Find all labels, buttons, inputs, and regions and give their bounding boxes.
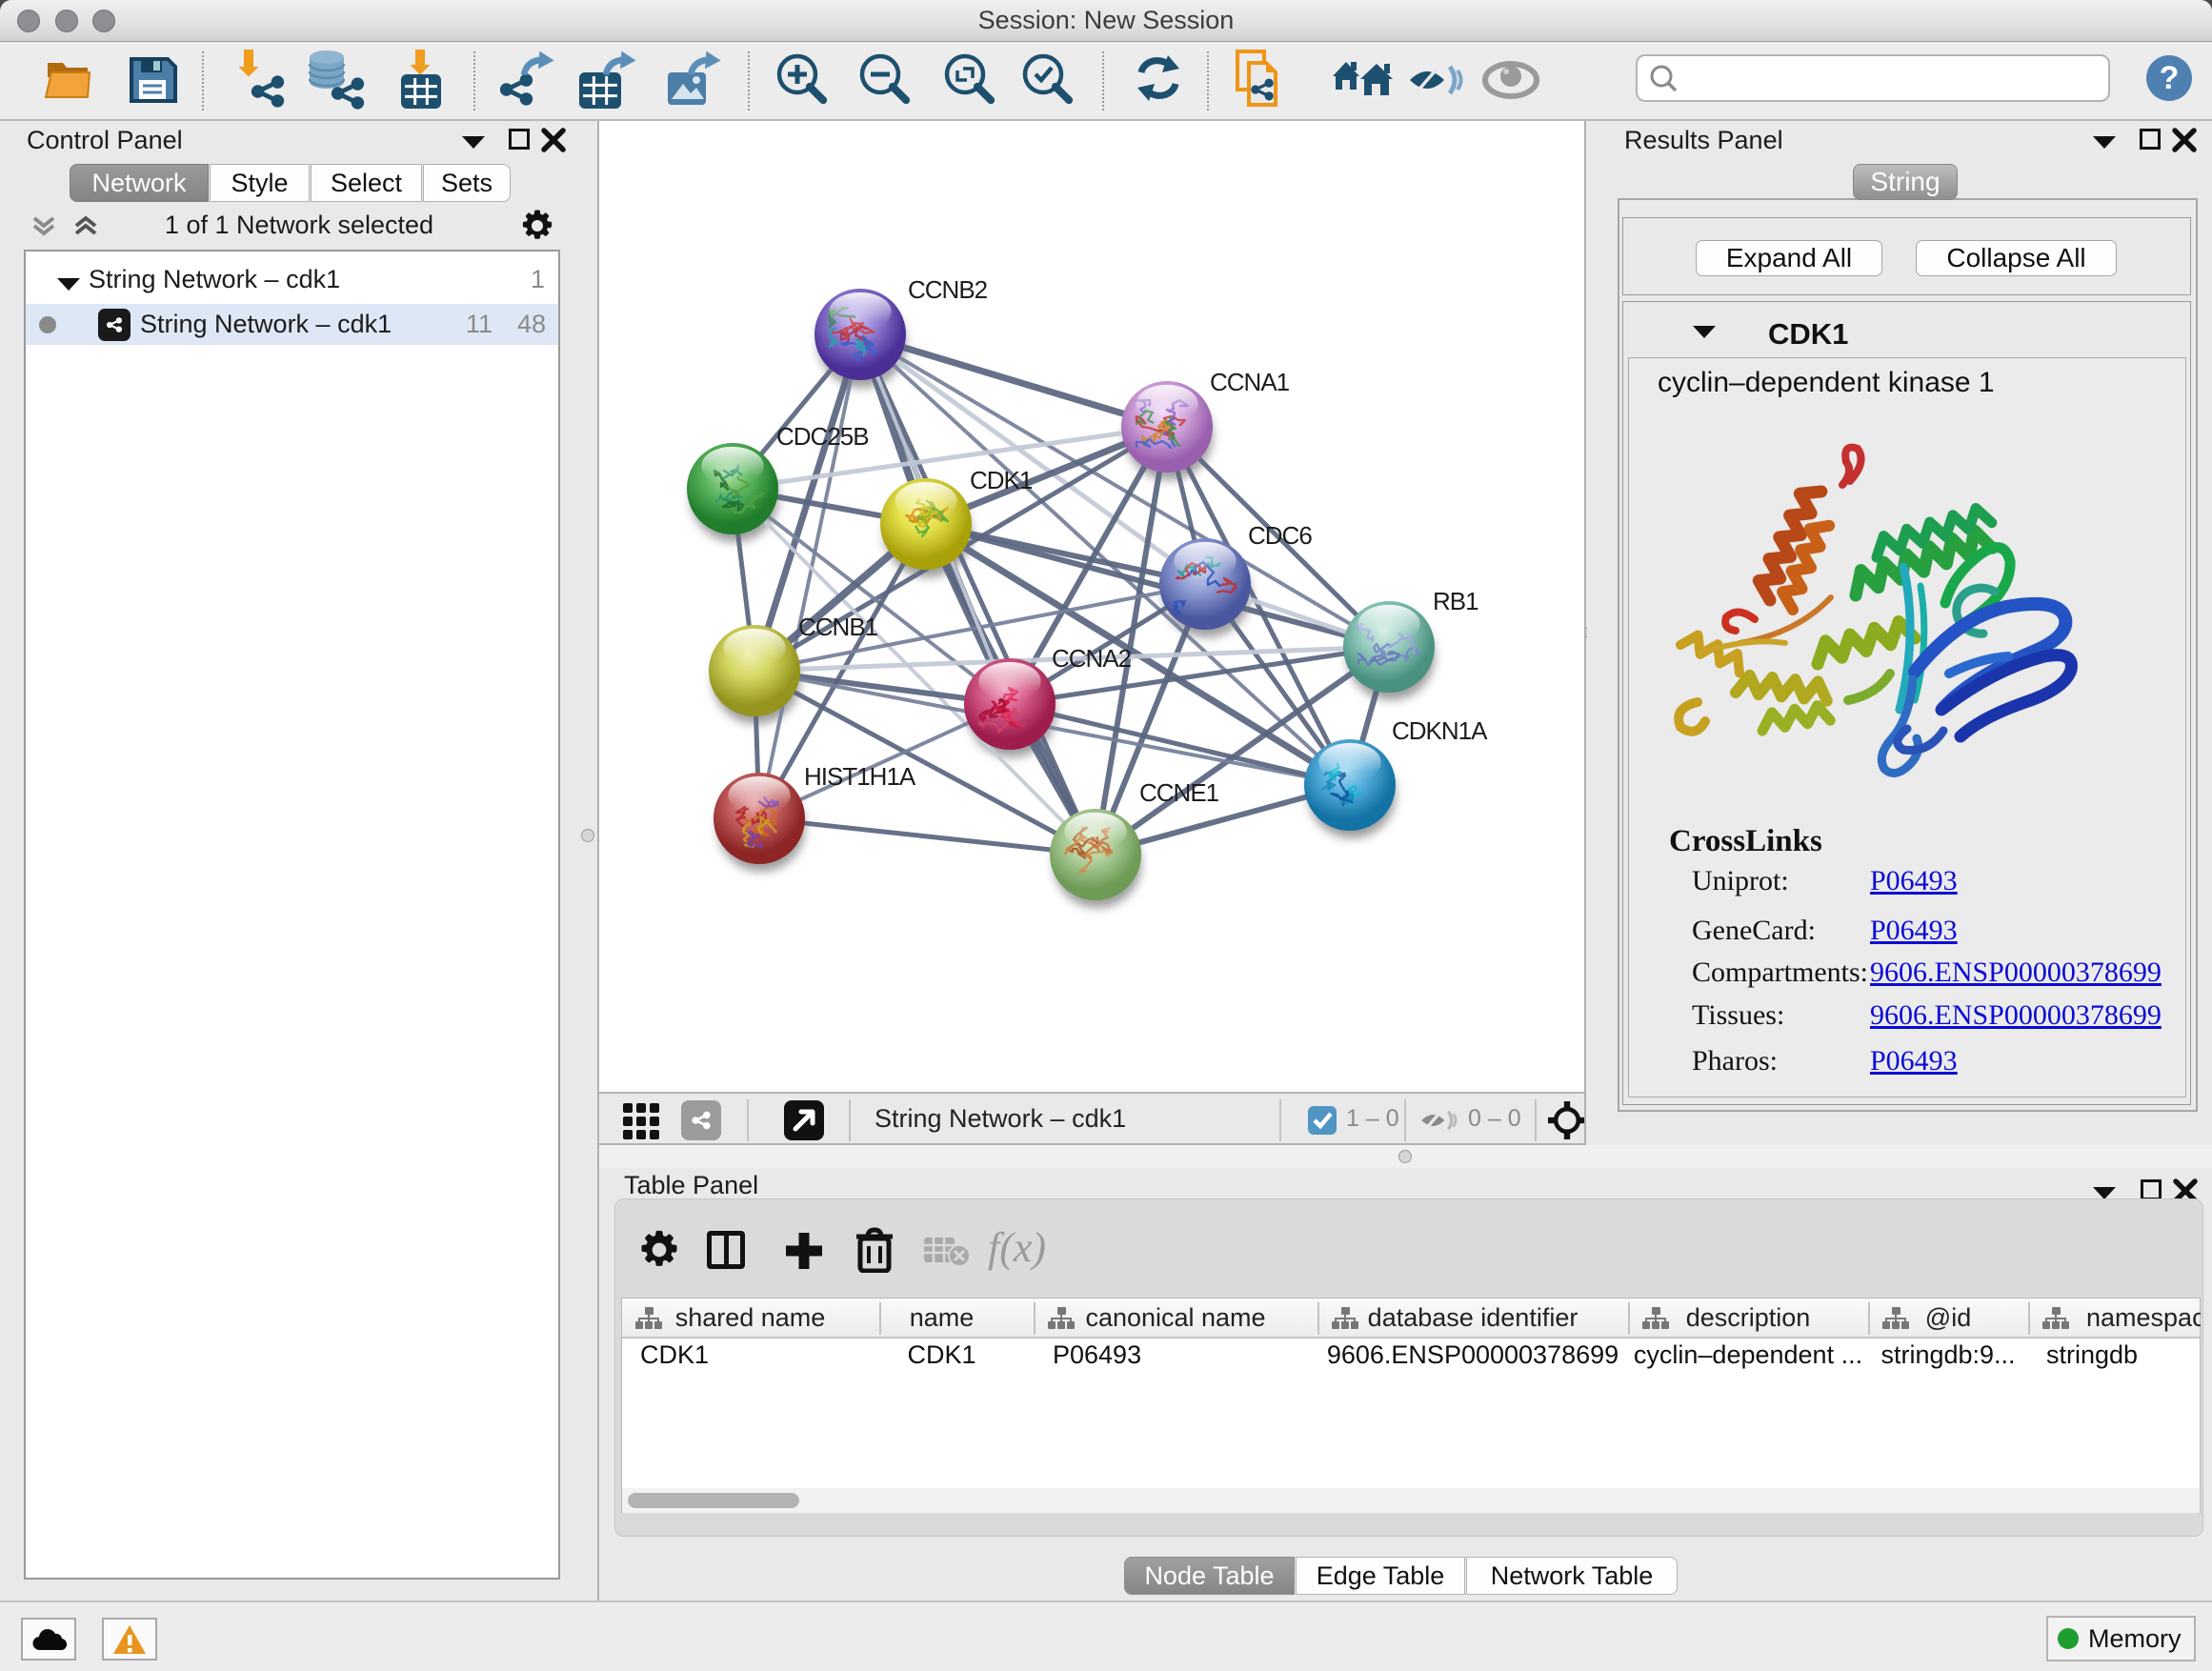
svg-text:CCNA1: CCNA1 [1210, 368, 1290, 396]
svg-text:CDC25B: CDC25B [776, 422, 869, 451]
svg-text:CCNA2: CCNA2 [1052, 644, 1132, 673]
svg-text:CDKN1A: CDKN1A [1392, 716, 1488, 745]
svg-text:CDC6: CDC6 [1248, 521, 1312, 550]
svg-text:RB1: RB1 [1433, 587, 1478, 615]
svg-text:HIST1H1A: HIST1H1A [804, 762, 916, 791]
svg-text:CDK1: CDK1 [970, 466, 1033, 494]
svg-text:CCNB1: CCNB1 [798, 613, 878, 641]
svg-text:CCNB2: CCNB2 [908, 275, 988, 304]
svg-text:CCNE1: CCNE1 [1139, 778, 1219, 807]
